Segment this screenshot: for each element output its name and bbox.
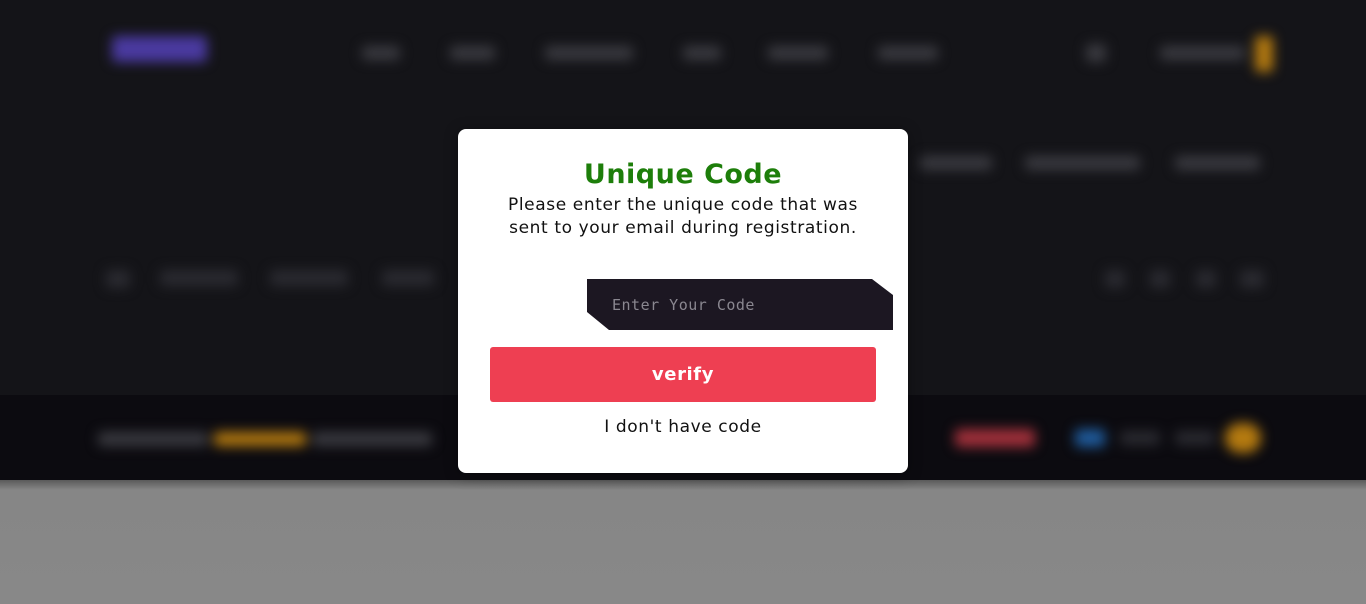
nav-item [768,46,828,60]
control-icon [1105,270,1125,288]
control-icon [1150,270,1170,288]
payment-logo [955,429,1035,447]
modal-title: Unique Code [583,159,783,190]
grid-icon [106,270,130,288]
category-tab [382,270,434,286]
payment-logo [1120,431,1160,445]
verify-button[interactable]: verify [490,347,876,402]
filter-pill [1025,156,1140,170]
control-icon [1196,270,1216,288]
nav-item [683,46,721,60]
modal-description: Please enter the unique code that was se… [507,195,859,238]
banner-highlight [214,432,306,446]
filter-pill [920,156,992,170]
nav-item [450,46,495,60]
banner-text [312,432,432,446]
payment-logo [1225,423,1261,453]
code-input-container [587,279,893,330]
category-tab [270,270,348,286]
nav-item [878,46,938,60]
payment-logo [1075,429,1105,447]
account-area [1160,46,1245,60]
nav-item [545,46,633,60]
search-icon [1086,44,1106,62]
unique-code-modal: Unique Code Please enter the unique code… [458,129,908,473]
payment-logo [1175,431,1215,445]
control-icon [1240,270,1264,288]
wallet-icon [1255,36,1273,72]
banner-text [98,432,208,446]
no-code-link[interactable]: I don't have code [458,417,908,437]
code-input[interactable] [587,279,893,330]
nav-item [362,46,400,60]
filter-pill [1175,156,1260,170]
page-backdrop [0,480,1366,604]
site-logo [112,36,207,62]
category-tab [160,270,238,286]
